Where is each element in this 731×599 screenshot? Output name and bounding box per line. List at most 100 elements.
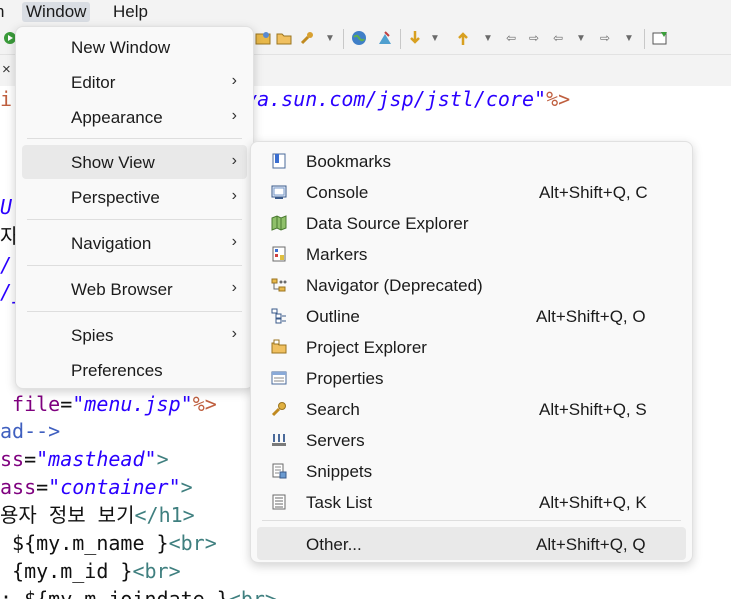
menu-item-label: Perspective [71,188,160,207]
project-explorer-icon [271,339,287,354]
code-line: U [0,195,13,219]
menu-item-perspective[interactable]: Perspective › [22,180,247,214]
view-item-label: Bookmarks [306,152,392,171]
previous-annotation-icon[interactable] [455,30,471,46]
view-item-label: Project Explorer [306,338,427,357]
data-source-explorer-icon [271,215,287,231]
code-line: 용자 정보 보기</h1> [0,503,195,527]
submenu-arrow-icon: › [231,72,237,89]
menubar: n Window Help [0,0,731,24]
view-item-shortcut: Alt+Shift+Q, O [536,307,646,326]
view-item-navigator[interactable]: Navigator (Deprecated) [257,268,686,302]
back-icon[interactable]: ⇦ [550,30,566,46]
menu-item-navigation[interactable]: Navigation › [22,226,247,260]
view-item-task-list[interactable]: Task List Alt+Shift+Q, K [257,485,686,519]
next-annotation-icon[interactable] [407,30,423,46]
toolbar-separator [644,29,645,49]
view-item-label: Data Source Explorer [306,214,469,233]
menu-item-label: Spies [71,326,114,345]
menu-window[interactable]: Window [22,2,91,22]
view-item-label: Outline [306,307,360,326]
menu-item-label: Editor [71,73,116,92]
properties-icon [271,371,287,385]
menu-item-spies[interactable]: Spies › [22,318,247,352]
search-toolbar-icon[interactable] [299,30,315,46]
code-line: / [0,253,13,277]
forward-edit-icon[interactable]: ⇨ [526,30,542,46]
menu-separator [27,138,242,139]
view-item-label: Properties [306,369,384,388]
submenu-arrow-icon: › [231,233,237,250]
menu-separator [27,311,242,312]
view-item-bookmarks[interactable]: Bookmarks [257,144,686,178]
menu-item-label: Appearance [71,108,163,127]
search-icon [271,402,286,417]
chevron-down-icon[interactable]: ▼ [427,30,443,46]
code-line: ss="masthead"> [0,447,169,471]
view-item-outline[interactable]: Outline Alt+Shift+Q, O [257,299,686,333]
view-item-shortcut: Alt+Shift+Q, C [539,183,648,202]
chevron-down-icon[interactable]: ▼ [480,30,496,46]
submenu-arrow-icon: › [231,325,237,342]
outline-icon [271,308,286,324]
chevron-down-icon[interactable]: ▼ [573,30,589,46]
menu-item-label: New Window [71,38,171,57]
code-line: ass="container"> [0,475,193,499]
close-icon[interactable]: × [2,61,11,78]
toolbar-separator [400,29,401,49]
debug-icon[interactable] [377,30,393,46]
menu-help[interactable]: Help [113,2,148,22]
show-view-submenu: Bookmarks Console Alt+Shift+Q, C Data So… [250,141,693,563]
view-item-search[interactable]: Search Alt+Shift+Q, S [257,392,686,426]
menu-file[interactable]: n [0,2,4,22]
servers-icon [272,434,286,446]
open-type-icon[interactable] [255,30,271,46]
forward-icon[interactable]: ⇨ [597,30,613,46]
last-edit-icon[interactable]: ⇦ [503,30,519,46]
view-item-label: Servers [306,431,365,450]
menu-item-label: Show View [71,153,155,172]
view-item-shortcut: Alt+Shift+Q, S [539,400,647,419]
chevron-down-icon[interactable]: ▼ [621,30,637,46]
menu-item-new-window[interactable]: New Window [22,30,247,64]
console-icon [271,185,287,199]
menu-item-editor[interactable]: Editor › [22,65,247,99]
menu-item-label: Web Browser [71,280,173,299]
view-item-data-source-explorer[interactable]: Data Source Explorer [257,206,686,240]
view-item-markers[interactable]: Markers [257,237,686,271]
navigator-icon [271,278,287,292]
code-line: file="menu.jsp"%> [0,392,217,416]
globe-icon[interactable] [351,30,367,46]
view-item-shortcut: Alt+Shift+Q, Q [536,535,646,554]
view-item-project-explorer[interactable]: Project Explorer [257,330,686,364]
submenu-arrow-icon: › [231,279,237,296]
code-line: {my.m_id }<br> [0,559,181,583]
view-item-properties[interactable]: Properties [257,361,686,395]
view-item-console[interactable]: Console Alt+Shift+Q, C [257,175,686,209]
view-item-label: Search [306,400,360,419]
markers-icon [272,246,286,262]
view-item-label: Task List [306,493,373,512]
menu-item-preferences[interactable]: Preferences [22,353,247,387]
task-list-icon [272,494,286,510]
view-item-snippets[interactable]: Snippets [257,454,686,488]
submenu-arrow-icon: › [231,187,237,204]
submenu-arrow-icon: › [231,107,237,124]
menu-item-label: Navigation [71,234,152,253]
view-item-label: Markers [306,245,368,264]
view-item-other[interactable]: Other... Alt+Shift+Q, Q [257,527,686,560]
view-item-label: Snippets [306,462,373,481]
menu-item-web-browser[interactable]: Web Browser › [22,272,247,306]
chevron-down-icon[interactable]: ▼ [322,30,338,46]
menu-item-show-view[interactable]: Show View › [22,145,247,179]
open-folder-icon[interactable] [276,30,292,46]
menu-separator [27,219,242,220]
view-item-label: Console [306,183,369,202]
menu-item-appearance[interactable]: Appearance › [22,100,247,134]
pin-editor-icon[interactable] [652,30,668,46]
view-item-servers[interactable]: Servers [257,423,686,457]
submenu-arrow-icon: › [231,152,237,169]
window-menu: New Window Editor › Appearance › Show Vi… [15,26,254,389]
code-line: ${my.m_name }<br> [0,531,217,555]
menu-item-label: Preferences [71,361,163,380]
